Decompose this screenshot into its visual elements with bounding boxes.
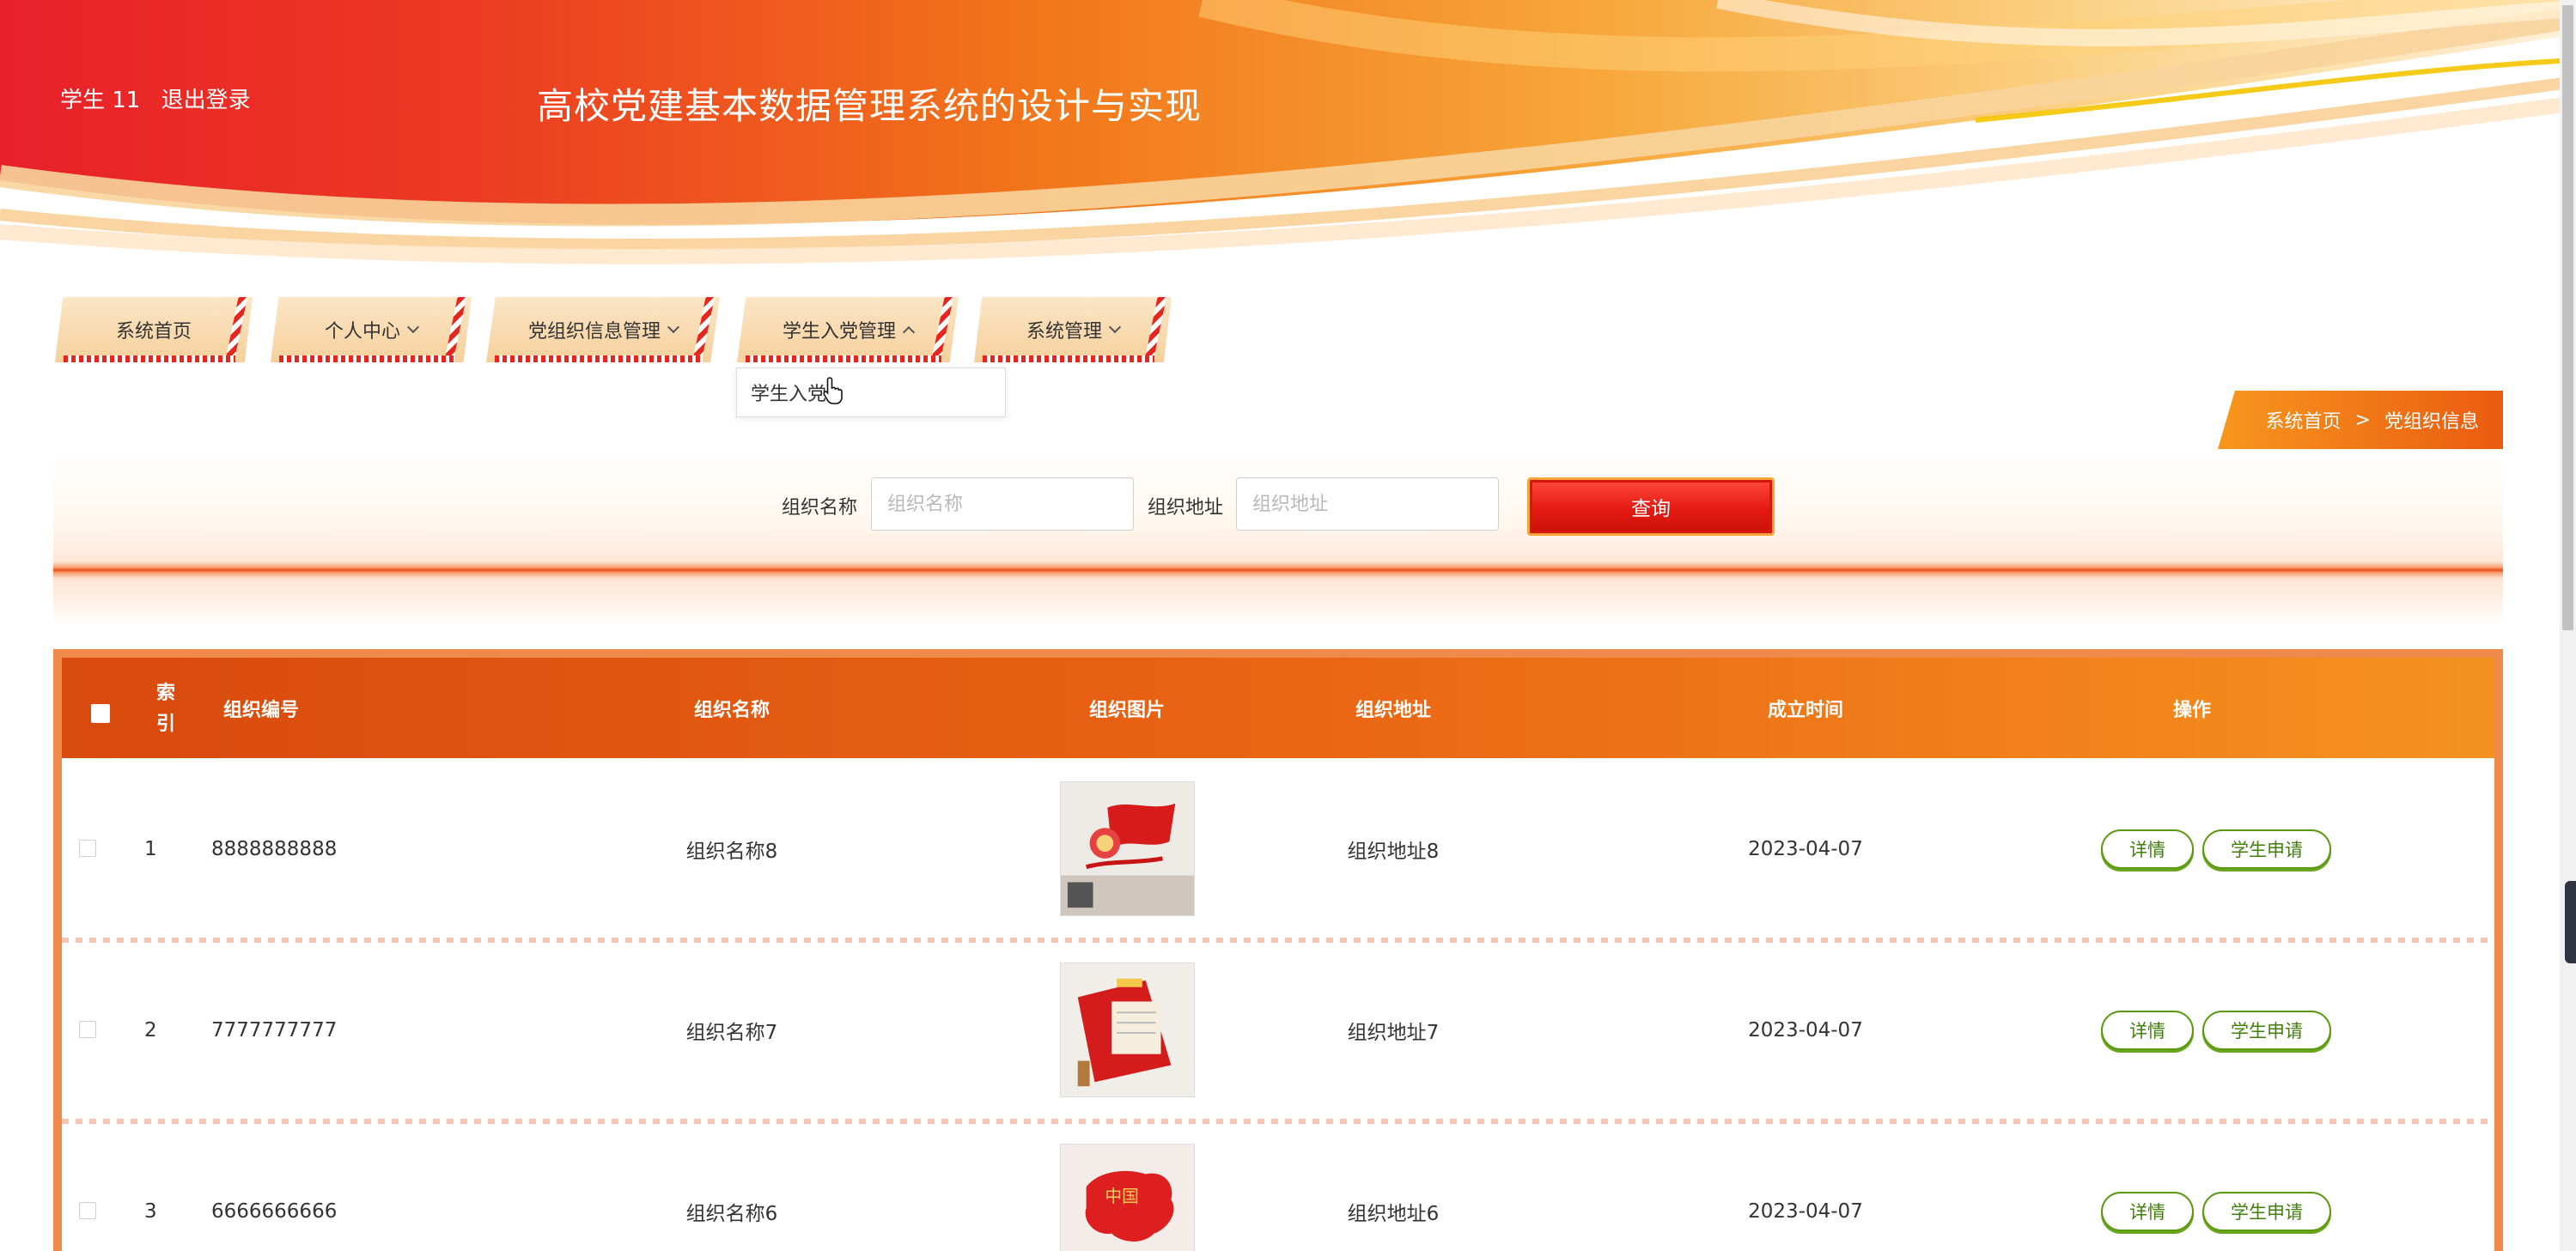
- nav-label: 党组织信息管理: [527, 321, 661, 343]
- org-name-label: 组织名称: [782, 497, 858, 519]
- cell-actions: 详情 学生申请: [2101, 758, 2331, 939]
- cell-code: 8888888888: [211, 837, 338, 860]
- svg-text:中国: 中国: [1105, 1187, 1138, 1206]
- table-row: 1 8888888888 组织名称8 组织地址8 2023-04-07 详情 学…: [62, 758, 2494, 939]
- row-checkbox[interactable]: [79, 1202, 96, 1219]
- cell-code: 6666666666: [211, 1199, 338, 1223]
- breadcrumb-separator: >: [2354, 409, 2371, 431]
- nav-label: 系统首页: [115, 321, 192, 343]
- chevron-down-icon: [1108, 320, 1122, 334]
- header-established: 成立时间: [1767, 699, 1843, 721]
- cell-name: 组织名称8: [685, 840, 778, 863]
- cell-address: 组织地址8: [1347, 840, 1440, 863]
- org-table: 索引 组织编号 组织名称 组织图片 组织地址 成立时间 操作 1 8888888…: [53, 649, 2503, 1251]
- user-bar: 学生 11 退出登录: [60, 82, 265, 114]
- nav-label: 学生入党管理: [782, 321, 896, 343]
- row-checkbox[interactable]: [79, 1021, 96, 1038]
- cell-index: 2: [144, 1018, 157, 1041]
- cell-address: 组织地址7: [1347, 1021, 1440, 1044]
- detail-button[interactable]: 详情: [2101, 1010, 2194, 1050]
- dropdown-item-student-join-party[interactable]: 学生入党: [751, 379, 826, 406]
- header-image: 组织图片: [1088, 699, 1165, 721]
- user-name: 学生 11: [60, 88, 141, 113]
- breadcrumb-home[interactable]: 系统首页: [2266, 406, 2342, 434]
- detail-button[interactable]: 详情: [2101, 1191, 2194, 1231]
- student-apply-button[interactable]: 学生申请: [2202, 1191, 2331, 1231]
- table-row: 3 6666666666 组织名称6 中国 组织地址6 2023-04-07 详…: [62, 1120, 2494, 1251]
- table-row: 2 7777777777 组织名称7 组织地址7 2023-04-07 详情 学…: [62, 939, 2494, 1120]
- cell-name: 组织名称7: [685, 1021, 778, 1044]
- cell-address: 组织地址6: [1347, 1202, 1440, 1225]
- breadcrumb-current: 党组织信息: [2384, 411, 2479, 433]
- search-divider: [53, 562, 2503, 579]
- chevron-down-icon: [667, 320, 680, 334]
- chevron-down-icon: [406, 320, 420, 334]
- nav-item-personal-center[interactable]: 个人中心: [271, 297, 472, 362]
- search-button[interactable]: 查询: [1527, 477, 1775, 536]
- scrollbar-thumb[interactable]: [2562, 5, 2573, 630]
- header-banner: 学生 11 退出登录 高校党建基本数据管理系统的设计与实现: [0, 0, 2576, 266]
- student-apply-button[interactable]: 学生申请: [2202, 829, 2331, 869]
- hand-pointer-icon: [823, 377, 843, 404]
- row-checkbox[interactable]: [79, 840, 96, 857]
- cell-code: 7777777777: [211, 1018, 338, 1041]
- cell-name: 组织名称6: [685, 1202, 778, 1225]
- detail-button[interactable]: 详情: [2101, 829, 2194, 869]
- org-image-thumbnail[interactable]: [1059, 963, 1195, 1097]
- logout-link[interactable]: 退出登录: [161, 88, 251, 113]
- side-panel-tab[interactable]: [2565, 881, 2576, 963]
- header-address: 组织地址: [1355, 699, 1431, 721]
- org-name-input[interactable]: [871, 477, 1134, 531]
- site-title: 高校党建基本数据管理系统的设计与实现: [537, 85, 1203, 127]
- cell-image: 中国: [990, 1120, 1264, 1251]
- cell-actions: 详情 学生申请: [2101, 939, 2331, 1120]
- header-code: 组织编号: [223, 699, 300, 721]
- chevron-up-icon: [902, 325, 916, 339]
- cell-image: [990, 939, 1264, 1120]
- student-apply-button[interactable]: 学生申请: [2202, 1010, 2331, 1050]
- org-address-input[interactable]: [1236, 477, 1499, 531]
- nav-item-student-party-management[interactable]: 学生入党管理: [737, 297, 959, 362]
- org-address-label: 组织地址: [1148, 497, 1224, 519]
- nav-label: 系统管理: [1026, 321, 1102, 343]
- header-index: 索引: [156, 683, 176, 735]
- student-party-dropdown-menu: 学生入党: [736, 367, 1006, 417]
- nav-label: 个人中心: [324, 321, 400, 343]
- nav-item-party-org-management[interactable]: 党组织信息管理: [486, 297, 720, 362]
- table-header: 索引 组织编号 组织名称 组织图片 组织地址 成立时间 操作: [62, 658, 2494, 758]
- cell-image: [990, 758, 1264, 939]
- cell-index: 3: [144, 1199, 157, 1223]
- cell-established: 2023-04-07: [1748, 1199, 1863, 1223]
- header-name: 组织名称: [693, 699, 770, 721]
- header-wave-decoration: [0, 0, 2576, 266]
- cell-established: 2023-04-07: [1748, 837, 1863, 860]
- cell-index: 1: [144, 837, 157, 860]
- org-image-thumbnail[interactable]: 中国: [1059, 1144, 1195, 1251]
- select-all-checkbox[interactable]: [91, 704, 110, 723]
- cell-actions: 详情 学生申请: [2101, 1120, 2331, 1251]
- nav-item-system-management[interactable]: 系统管理: [974, 297, 1172, 362]
- cell-established: 2023-04-07: [1748, 1018, 1863, 1041]
- nav-item-home[interactable]: 系统首页: [55, 297, 253, 362]
- header-actions: 操作: [2172, 699, 2211, 721]
- breadcrumb: 系统首页 > 党组织信息: [2218, 391, 2503, 449]
- org-image-thumbnail[interactable]: [1059, 781, 1195, 916]
